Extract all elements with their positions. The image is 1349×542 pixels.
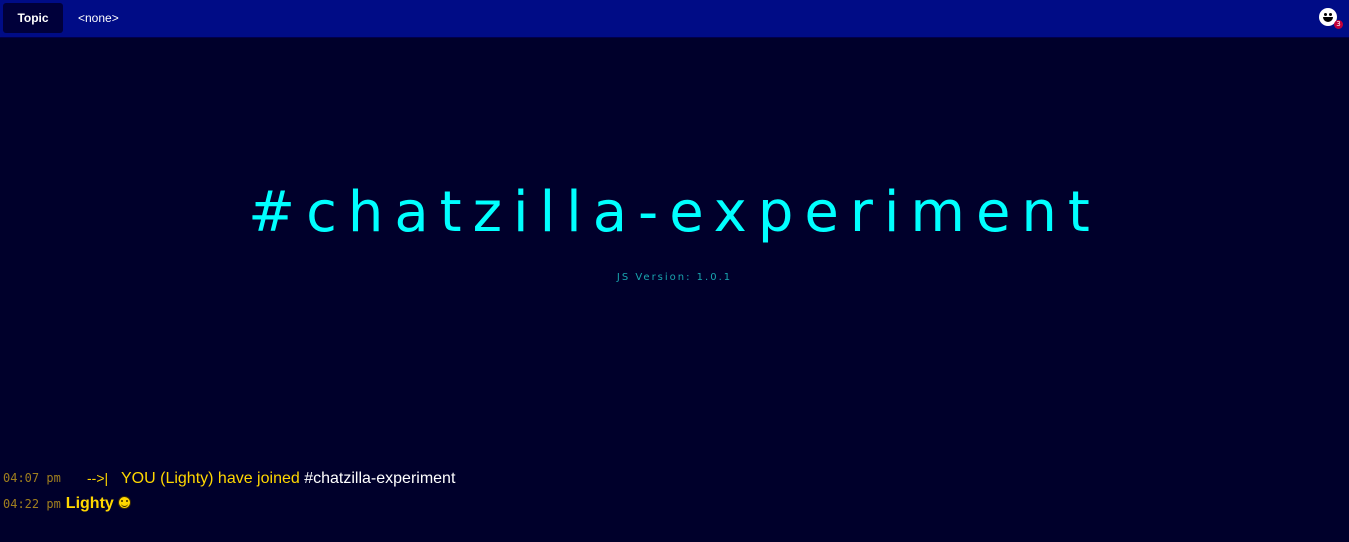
join-message-text: YOU (Lighty) have joined: [121, 470, 300, 487]
message-row-chat: 04:22 pm Lighty: [3, 491, 1343, 517]
message-log: 04:07 pm -->| YOU (Lighty) have joined #ch…: [3, 465, 1343, 517]
topic-label: Topic: [3, 3, 63, 33]
join-arrow-icon: -->|: [87, 470, 109, 486]
message-row-join: 04:07 pm -->| YOU (Lighty) have joined #ch…: [3, 465, 1343, 491]
user-list-button[interactable]: 3: [1317, 6, 1343, 30]
smiley-emoji-icon: [117, 496, 131, 509]
topic-bar: Topic <none> 3: [0, 0, 1349, 38]
message-nick[interactable]: Lighty: [66, 495, 114, 512]
channel-title: #chatzilla-experiment: [248, 180, 1101, 245]
join-channel-link[interactable]: #chatzilla-experiment: [300, 470, 455, 487]
message-timestamp: 04:07 pm: [3, 471, 61, 485]
js-version-label: JS Version: 1.0.1: [616, 272, 733, 283]
message-timestamp: 04:22 pm: [3, 497, 61, 511]
topic-value[interactable]: <none>: [78, 3, 119, 33]
user-count-badge: 3: [1334, 20, 1343, 29]
